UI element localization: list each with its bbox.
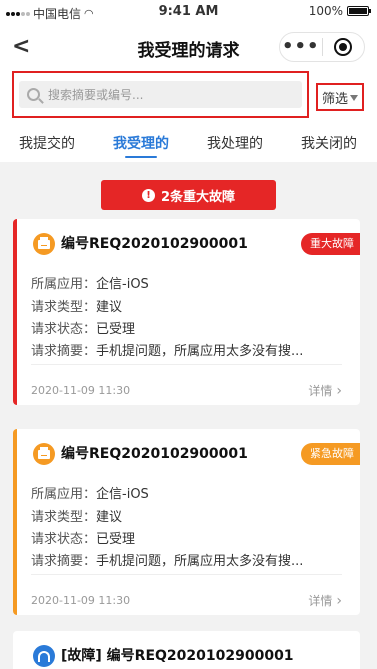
status-label: 请求状态： (31, 322, 97, 337)
status-field: 请求状态：已受理 (31, 528, 135, 547)
app-value: 企信-iOS (96, 487, 149, 502)
request-number: [故障] 编号REQ2020102900001 (61, 648, 294, 664)
search-icon (27, 88, 40, 101)
headset-icon (33, 645, 55, 667)
detail-link[interactable]: 详情 › (308, 592, 342, 609)
app-field: 所属应用：企信-iOS (31, 483, 149, 502)
request-card[interactable]: [故障] 编号REQ2020102900001 (13, 631, 360, 669)
status-field: 请求状态：已受理 (31, 318, 135, 337)
request-card[interactable]: 编号REQ2020102900001 紧急故障 所属应用：企信-iOS 请求类型… (13, 429, 360, 615)
filter-icon (350, 95, 358, 101)
app-label: 所属应用： (31, 277, 97, 292)
type-field: 请求类型：建议 (31, 506, 122, 525)
status-bar: 中国电信 ◠ 9:41 AM 100% (0, 0, 377, 24)
battery-percent: 100% (308, 4, 343, 18)
type-value: 建议 (96, 510, 123, 525)
priority-stripe (13, 219, 17, 405)
tab-accepted[interactable]: 我受理的 (94, 128, 188, 162)
filter-button[interactable]: 筛选 (316, 83, 364, 111)
summary-field: 请求摘要：手机提问题，所属应用太多没有搜... (31, 550, 303, 569)
status-value: 已受理 (96, 322, 136, 337)
status-label: 请求状态： (31, 532, 97, 547)
detail-label: 详情 (308, 594, 333, 608)
battery-icon (347, 6, 371, 16)
request-number: 编号REQ2020102900001 (61, 236, 248, 252)
tab-closed[interactable]: 我关闭的 (282, 128, 376, 162)
summary-label: 请求摘要： (31, 554, 97, 569)
type-value: 建议 (96, 300, 123, 315)
summary-label: 请求摘要： (31, 344, 97, 359)
summary-value: 手机提问题，所属应用太多没有搜... (96, 554, 304, 569)
chevron-right-icon: › (336, 592, 342, 609)
tab-submitted[interactable]: 我提交的 (0, 128, 94, 162)
detail-link[interactable]: 详情 › (308, 382, 342, 399)
status-value: 已受理 (96, 532, 136, 547)
tab-handled[interactable]: 我处理的 (188, 128, 282, 162)
priority-tag: 重大故障 (301, 233, 360, 255)
printer-icon (33, 233, 55, 255)
tab-bar: 我提交的 我受理的 我处理的 我关闭的 (0, 128, 377, 162)
card-divider (31, 574, 342, 575)
search-field[interactable] (19, 81, 302, 108)
request-number: 编号REQ2020102900001 (61, 446, 248, 462)
priority-tag: 紧急故障 (301, 443, 360, 465)
search-input[interactable] (48, 87, 288, 102)
card-divider (31, 364, 342, 365)
type-field: 请求类型：建议 (31, 296, 122, 315)
exclamation-icon: ! (141, 188, 155, 202)
summary-value: 手机提问题，所属应用太多没有搜... (96, 344, 304, 359)
priority-stripe (13, 429, 17, 615)
request-card[interactable]: 编号REQ2020102900001 重大故障 所属应用：企信-iOS 请求类型… (13, 219, 360, 405)
summary-field: 请求摘要：手机提问题，所属应用太多没有搜... (31, 340, 303, 359)
more-icon[interactable]: ••• (280, 33, 322, 61)
search-box (12, 71, 309, 118)
miniprogram-capsule: ••• (279, 32, 365, 62)
app-field: 所属应用：企信-iOS (31, 273, 149, 292)
app-label: 所属应用： (31, 487, 97, 502)
search-area: 筛选 (0, 70, 377, 128)
detail-label: 详情 (308, 384, 333, 398)
type-label: 请求类型： (31, 300, 97, 315)
type-label: 请求类型： (31, 510, 97, 525)
request-date: 2020-11-09 11:30 (31, 384, 131, 397)
major-fault-label: 2条重大故障 (160, 189, 236, 205)
filter-label: 筛选 (321, 91, 348, 107)
request-date: 2020-11-09 11:30 (31, 594, 131, 607)
printer-icon (33, 443, 55, 465)
major-fault-button[interactable]: ! 2条重大故障 (101, 180, 276, 210)
chevron-right-icon: › (336, 382, 342, 399)
nav-bar: < 我受理的请求 ••• (0, 24, 377, 70)
battery-info: 100% (308, 4, 371, 18)
close-miniprogram-icon[interactable] (322, 38, 364, 56)
app-value: 企信-iOS (96, 277, 149, 292)
